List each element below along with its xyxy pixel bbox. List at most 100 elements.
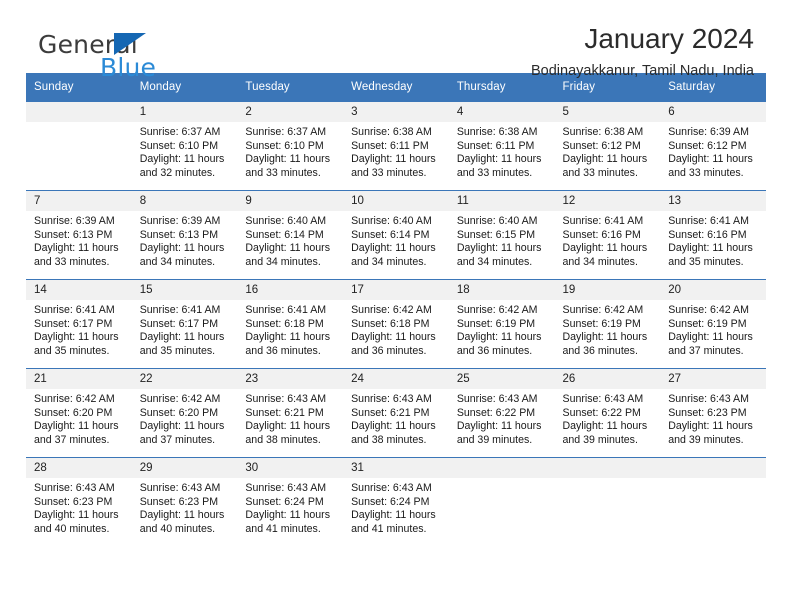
calendar-day-cell[interactable]: 5 Sunrise: 6:38 AM Sunset: 6:12 PM Daylight… [554, 101, 661, 191]
day-number: 21 [26, 369, 132, 389]
sunset-text: Sunset: 6:23 PM [668, 406, 747, 419]
sunset-text: Sunset: 6:21 PM [245, 406, 324, 419]
day-number: 29 [131, 458, 238, 478]
sunset-text: Sunset: 6:14 PM [245, 228, 324, 241]
day-number: 7 [26, 191, 132, 211]
sunrise-text: Sunrise: 6:43 AM [139, 482, 221, 494]
sunset-text: Sunset: 6:10 PM [139, 139, 219, 152]
calendar-day-cell[interactable]: 2 Sunrise: 6:37 AM Sunset: 6:10 PM Daylight… [237, 101, 344, 191]
day-details: Sunrise: 6:41 AM Sunset: 6:17 PM Daylight:… [132, 300, 238, 358]
calendar-day-cell[interactable]: 31 Sunrise: 6:43 AM Sunset: 6:24 PM Dayligh… [343, 457, 449, 546]
daylight-text: Daylight: 11 hours and 37 minutes. [668, 331, 753, 357]
calendar-day-cell[interactable]: 1 Sunrise: 6:37 AM Sunset: 6:10 PM Daylight… [131, 101, 238, 191]
daylight-text: Daylight: 11 hours and 39 minutes. [668, 420, 753, 446]
calendar-empty-cell [554, 457, 661, 546]
calendar-day-cell[interactable]: 16 Sunrise: 6:41 AM Sunset: 6:18 PM Dayligh… [237, 279, 344, 369]
calendar-day-cell[interactable]: 7 Sunrise: 6:39 AM Sunset: 6:13 PM Daylight… [26, 190, 132, 280]
day-details: Sunrise: 6:42 AM Sunset: 6:19 PM Daylight:… [449, 300, 555, 358]
day-number: 28 [26, 458, 132, 478]
calendar-day-cell[interactable]: 17 Sunrise: 6:42 AM Sunset: 6:18 PM Dayligh… [343, 279, 449, 369]
day-number: 1 [131, 102, 238, 122]
calendar-week-row: 14 Sunrise: 6:41 AM Sunset: 6:17 PM Dayligh… [26, 279, 766, 369]
daylight-text: Daylight: 11 hours and 33 minutes. [245, 153, 331, 179]
day-details: Sunrise: 6:41 AM Sunset: 6:17 PM Daylight:… [26, 300, 132, 358]
daylight-text: Daylight: 11 hours and 35 minutes. [668, 242, 753, 268]
sunset-text: Sunset: 6:11 PM [456, 139, 535, 152]
day-details: Sunrise: 6:42 AM Sunset: 6:20 PM Daylight:… [26, 389, 132, 447]
calendar-day-cell[interactable]: 18 Sunrise: 6:42 AM Sunset: 6:19 PM Dayligh… [448, 279, 555, 369]
calendar-day-cell[interactable]: 8 Sunrise: 6:39 AM Sunset: 6:13 PM Daylight… [131, 190, 238, 280]
calendar-day-cell[interactable]: 9 Sunrise: 6:40 AM Sunset: 6:14 PM Daylight… [237, 190, 344, 280]
calendar-day-cell[interactable]: 20 Sunrise: 6:42 AM Sunset: 6:19 PM Dayligh… [660, 279, 766, 369]
daylight-text: Daylight: 11 hours and 34 minutes. [351, 242, 436, 268]
day-details: Sunrise: 6:43 AM Sunset: 6:23 PM Daylight:… [26, 478, 132, 536]
calendar-day-cell[interactable]: 23 Sunrise: 6:43 AM Sunset: 6:21 PM Dayligh… [237, 368, 344, 458]
calendar-day-cell[interactable]: 26 Sunrise: 6:43 AM Sunset: 6:22 PM Dayligh… [554, 368, 661, 458]
daylight-text: Daylight: 11 hours and 41 minutes. [351, 509, 436, 535]
sunrise-text: Sunrise: 6:40 AM [456, 215, 538, 227]
sunset-text: Sunset: 6:14 PM [351, 228, 430, 241]
calendar-day-cell[interactable]: 15 Sunrise: 6:41 AM Sunset: 6:17 PM Dayligh… [131, 279, 238, 369]
daylight-text: Daylight: 11 hours and 38 minutes. [245, 420, 331, 446]
day-number: 25 [448, 369, 555, 389]
day-details: Sunrise: 6:38 AM Sunset: 6:11 PM Daylight:… [449, 122, 555, 180]
calendar-table: Sunday Monday Tuesday Wednesday Thursday Frid… [26, 73, 766, 546]
sunrise-text: Sunrise: 6:40 AM [245, 215, 327, 227]
daylight-text: Daylight: 11 hours and 34 minutes. [245, 242, 331, 268]
day-number: 13 [660, 191, 766, 211]
sunset-text: Sunset: 6:15 PM [456, 228, 536, 241]
day-details: Sunrise: 6:43 AM Sunset: 6:21 PM Daylight:… [237, 389, 343, 447]
calendar-empty-cell [26, 101, 132, 191]
day-number: 14 [26, 280, 132, 300]
day-number: 26 [554, 369, 661, 389]
sunset-text: Sunset: 6:22 PM [456, 406, 536, 419]
sunset-text: Sunset: 6:13 PM [34, 228, 113, 241]
calendar-day-cell[interactable]: 4 Sunrise: 6:38 AM Sunset: 6:11 PM Daylight… [448, 101, 555, 191]
day-details: Sunrise: 6:37 AM Sunset: 6:10 PM Daylight:… [237, 122, 343, 180]
sunset-text: Sunset: 6:12 PM [562, 139, 641, 152]
calendar-day-cell[interactable]: 14 Sunrise: 6:41 AM Sunset: 6:17 PM Dayligh… [26, 279, 132, 369]
day-number [660, 458, 766, 478]
day-number: 8 [131, 191, 238, 211]
calendar-day-cell[interactable]: 25 Sunrise: 6:43 AM Sunset: 6:22 PM Dayligh… [448, 368, 555, 458]
sunset-text: Sunset: 6:16 PM [668, 228, 747, 241]
calendar-day-cell[interactable]: 11 Sunrise: 6:40 AM Sunset: 6:15 PM Dayligh… [448, 190, 555, 280]
calendar-day-cell[interactable]: 24 Sunrise: 6:43 AM Sunset: 6:21 PM Dayligh… [343, 368, 449, 458]
daylight-text: Daylight: 11 hours and 37 minutes. [139, 420, 225, 446]
calendar-day-cell[interactable]: 6 Sunrise: 6:39 AM Sunset: 6:12 PM Daylight… [660, 101, 766, 191]
calendar-day-cell[interactable]: 28 Sunrise: 6:43 AM Sunset: 6:23 PM Dayligh… [26, 457, 132, 546]
sunrise-text: Sunrise: 6:42 AM [456, 304, 538, 316]
sunrise-text: Sunrise: 6:42 AM [34, 393, 115, 405]
calendar-day-cell[interactable]: 21 Sunrise: 6:42 AM Sunset: 6:20 PM Dayligh… [26, 368, 132, 458]
sunrise-text: Sunrise: 6:43 AM [351, 393, 432, 405]
calendar-day-cell[interactable]: 12 Sunrise: 6:41 AM Sunset: 6:16 PM Dayligh… [554, 190, 661, 280]
day-number: 5 [554, 102, 661, 122]
sunrise-text: Sunrise: 6:42 AM [351, 304, 432, 316]
calendar-day-cell[interactable]: 22 Sunrise: 6:42 AM Sunset: 6:20 PM Dayligh… [131, 368, 238, 458]
calendar-day-cell[interactable]: 10 Sunrise: 6:40 AM Sunset: 6:14 PM Dayligh… [343, 190, 449, 280]
calendar-day-cell[interactable]: 19 Sunrise: 6:42 AM Sunset: 6:19 PM Dayligh… [554, 279, 661, 369]
calendar-empty-cell [660, 457, 766, 546]
generalblue-logo[interactable]: General Blue [38, 30, 268, 86]
calendar-day-cell[interactable]: 29 Sunrise: 6:43 AM Sunset: 6:23 PM Dayligh… [131, 457, 238, 546]
sunrise-text: Sunrise: 6:40 AM [351, 215, 432, 227]
day-number: 19 [554, 280, 661, 300]
daylight-text: Daylight: 11 hours and 35 minutes. [34, 331, 119, 357]
sunrise-text: Sunrise: 6:41 AM [34, 304, 115, 316]
page-subtitle: Bodinayakkanur, Tamil Nadu, India [530, 63, 754, 79]
calendar-week-row: 28 Sunrise: 6:43 AM Sunset: 6:23 PM Dayligh… [26, 457, 766, 546]
daylight-text: Daylight: 11 hours and 36 minutes. [245, 331, 331, 357]
calendar-day-cell[interactable]: 30 Sunrise: 6:43 AM Sunset: 6:24 PM Dayligh… [237, 457, 344, 546]
calendar-day-cell[interactable]: 3 Sunrise: 6:38 AM Sunset: 6:11 PM Daylight… [343, 101, 449, 191]
day-details: Sunrise: 6:37 AM Sunset: 6:10 PM Daylight:… [132, 122, 238, 180]
calendar-day-cell[interactable]: 27 Sunrise: 6:43 AM Sunset: 6:23 PM Dayligh… [660, 368, 766, 458]
sunrise-text: Sunrise: 6:39 AM [668, 126, 749, 138]
calendar-day-cell[interactable]: 13 Sunrise: 6:41 AM Sunset: 6:16 PM Dayligh… [660, 190, 766, 280]
day-number: 17 [343, 280, 449, 300]
day-details: Sunrise: 6:43 AM Sunset: 6:23 PM Daylight:… [660, 389, 766, 447]
calendar-week-row: 1 Sunrise: 6:37 AM Sunset: 6:10 PM Daylight… [26, 101, 766, 191]
day-details: Sunrise: 6:42 AM Sunset: 6:19 PM Daylight:… [555, 300, 661, 358]
day-number: 2 [237, 102, 344, 122]
day-number: 3 [343, 102, 449, 122]
day-details: Sunrise: 6:42 AM Sunset: 6:19 PM Daylight:… [660, 300, 766, 358]
